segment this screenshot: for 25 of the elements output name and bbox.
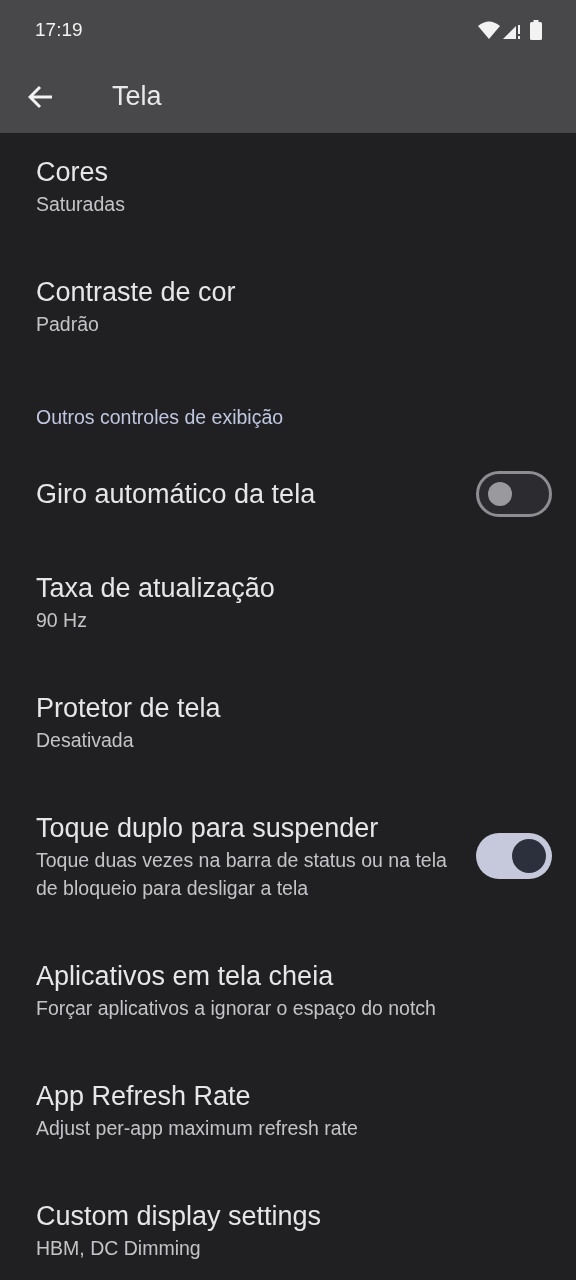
setting-title[interactable]: Custom display settings (36, 1198, 322, 1234)
setting-title[interactable]: Taxa de atualização (36, 570, 275, 606)
screen-title: Tela (112, 81, 162, 112)
wifi-icon (478, 21, 500, 39)
battery-icon (530, 20, 542, 40)
setting-summary: HBM, DC Dimming (36, 1236, 201, 1261)
setting-title[interactable]: Giro automático da tela (36, 476, 316, 512)
setting-title[interactable]: Contraste de cor (36, 274, 236, 310)
status-time: 17:19 (35, 19, 83, 41)
setting-title[interactable]: App Refresh Rate (36, 1078, 251, 1114)
toggle-switch[interactable] (476, 471, 552, 517)
setting-title[interactable]: Protetor de tela (36, 690, 221, 726)
toggle-switch[interactable] (476, 833, 552, 879)
setting-summary: Saturadas (36, 192, 125, 217)
setting-summary: Desativada (36, 728, 134, 753)
setting-title[interactable]: Toque duplo para suspender (36, 810, 379, 846)
setting-title[interactable]: Aplicativos em tela cheia (36, 958, 334, 994)
back-arrow-icon[interactable] (28, 83, 54, 110)
section-header: Outros controles de exibição (36, 406, 284, 428)
setting-title[interactable]: Cores (36, 154, 109, 190)
setting-summary: Adjust per-app maximum refresh rate (36, 1116, 358, 1141)
setting-summary: Toque duas vezes na barra de status ou na tela de bloqueio para desligar a tela (36, 848, 448, 901)
setting-summary: Padrão (36, 312, 99, 337)
setting-summary: 90 Hz (36, 608, 87, 633)
setting-summary: Forçar aplicativos a ignorar o espaço do notch (36, 996, 436, 1021)
